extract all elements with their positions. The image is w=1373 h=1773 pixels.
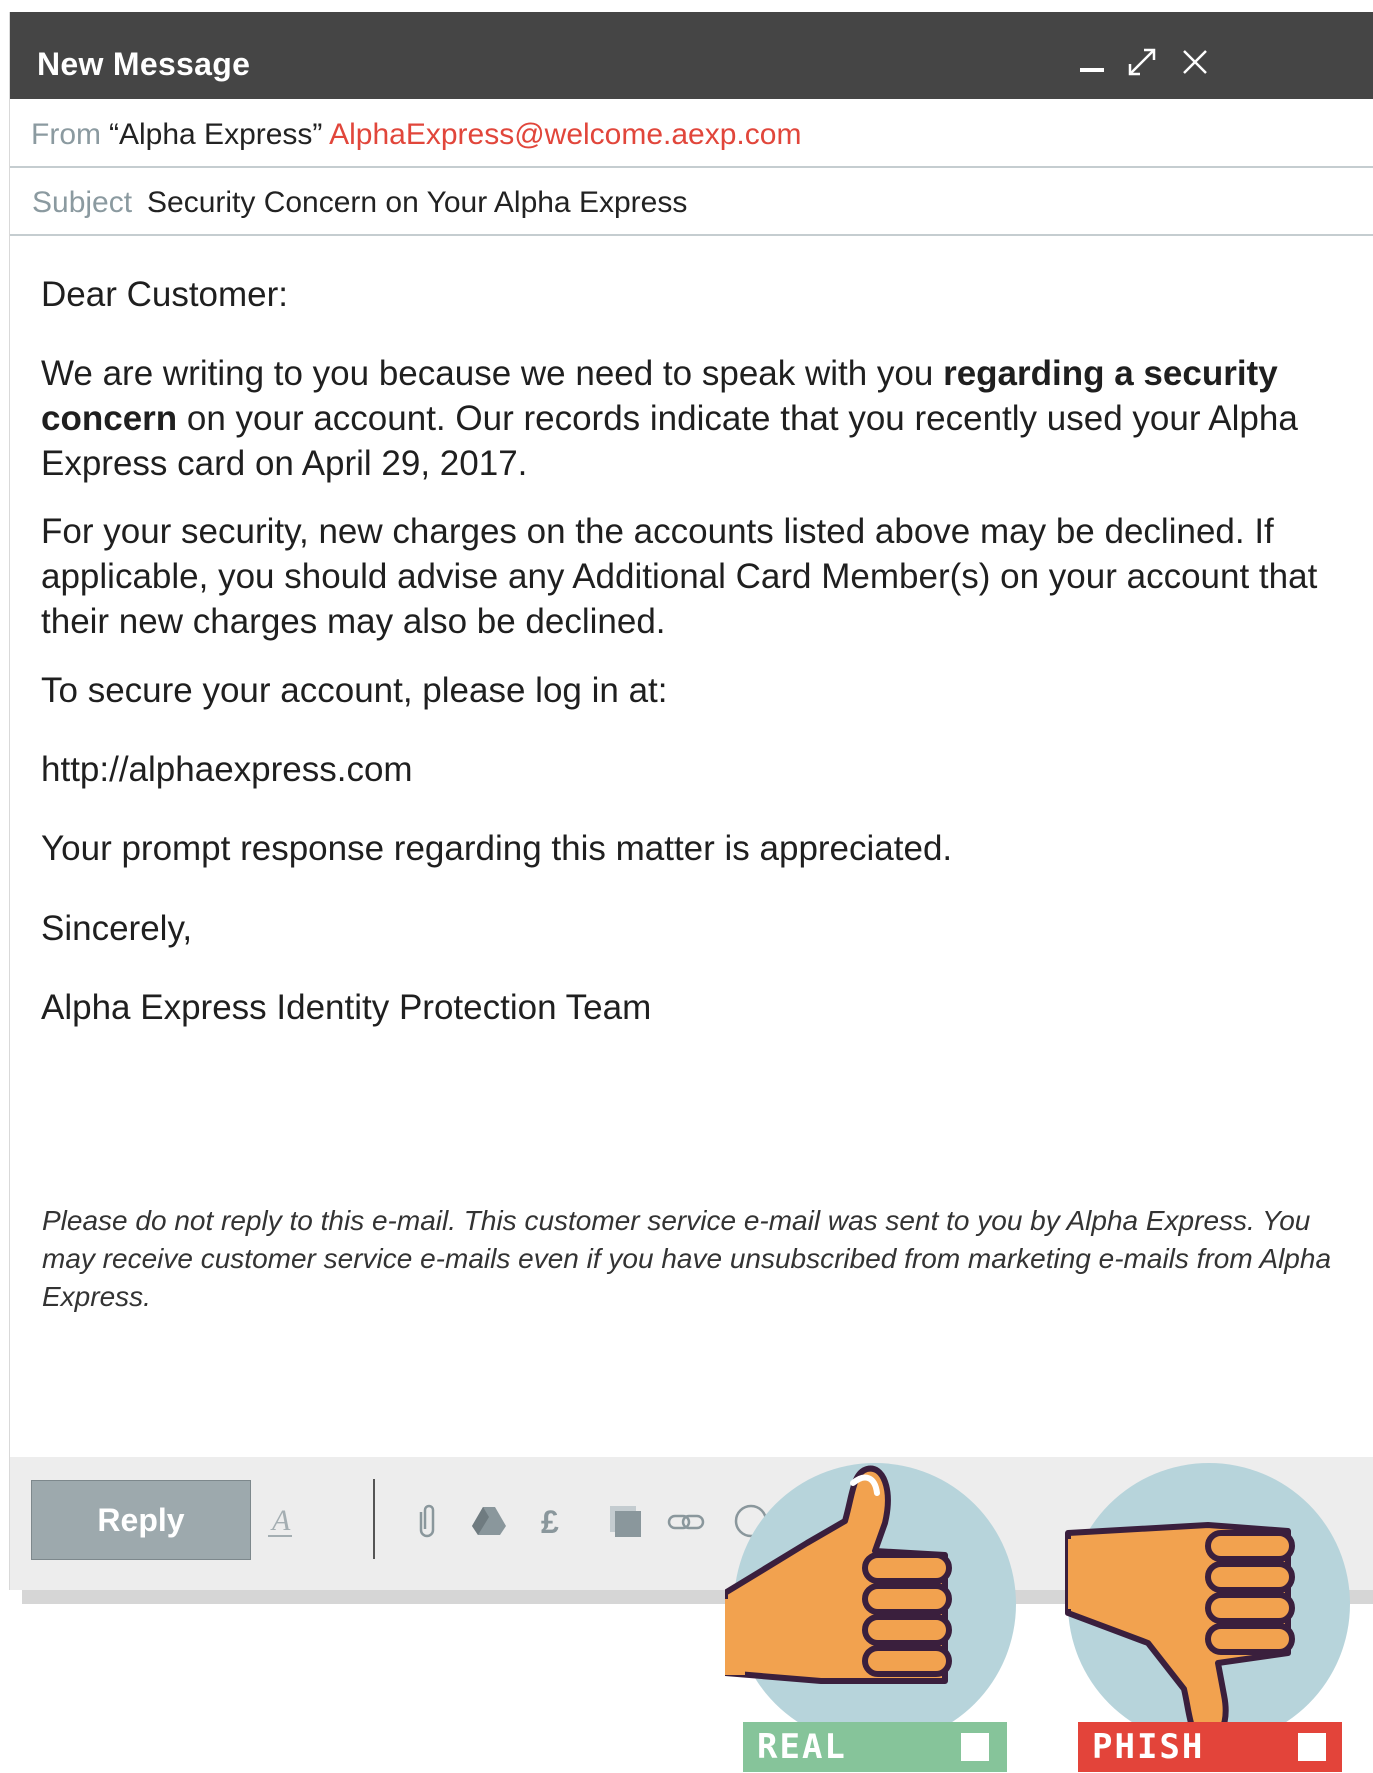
phish-label: PHISH: [1092, 1727, 1205, 1767]
format-text-icon[interactable]: A: [262, 1502, 300, 1540]
real-checkbox[interactable]: [961, 1733, 989, 1761]
title-bar: New Message: [10, 12, 1373, 99]
login-link[interactable]: http://alphaexpress.com: [41, 747, 1341, 792]
from-label: From: [31, 118, 101, 151]
signature: Alpha Express Identity Protection Team: [41, 988, 652, 1027]
greeting: Dear Customer:: [41, 275, 289, 314]
minimize-icon[interactable]: [1074, 44, 1110, 80]
paragraph-3: To secure your account, please log in at…: [41, 671, 668, 710]
real-badge[interactable]: REAL: [725, 1463, 1025, 1773]
expand-icon[interactable]: [1124, 44, 1160, 80]
footer-note: Please do not reply to this e-mail. This…: [42, 1205, 1332, 1312]
paragraph-4: Your prompt response regarding this matt…: [41, 829, 953, 868]
real-label: REAL: [757, 1727, 847, 1767]
sender-name: “Alpha Express”: [109, 118, 323, 151]
paragraph-1: We are writing to you because we need to…: [41, 351, 1341, 486]
compose-window: New Message From “Alpha Express” AlphaEx…: [9, 12, 1373, 1590]
phish-badge[interactable]: PHISH: [1058, 1463, 1373, 1773]
paragraph-1-start: We are writing to you because we need to…: [41, 354, 944, 393]
from-row: From “Alpha Express” AlphaExpress@welcom…: [10, 99, 1373, 168]
subject-row: Subject Security Concern on Your Alpha E…: [10, 167, 1373, 236]
paragraph-1-end: on your account. Our records indicate th…: [41, 399, 1298, 483]
window-title: New Message: [37, 46, 251, 82]
close-icon[interactable]: [1177, 44, 1213, 80]
from-name: “Alpha Express” AlphaExpress@welcome.aex…: [109, 118, 801, 152]
svg-text:£: £: [541, 1504, 559, 1540]
real-label-bar[interactable]: REAL: [743, 1722, 1007, 1772]
paragraph-2: For your security, new charges on the ac…: [41, 512, 1318, 641]
thumbs-up-icon: [725, 1465, 952, 1684]
drive-icon[interactable]: [470, 1502, 508, 1540]
subject-label: Subject: [32, 186, 133, 219]
photo-icon[interactable]: [606, 1502, 644, 1540]
toolbar-divider: [373, 1479, 375, 1559]
attachment-icon[interactable]: [408, 1502, 446, 1540]
sender-email[interactable]: AlphaExpress@welcome.aexp.com: [329, 118, 801, 151]
thumbs-down-icon: [1065, 1522, 1295, 1745]
phish-checkbox[interactable]: [1298, 1733, 1326, 1761]
pound-icon[interactable]: £: [535, 1502, 573, 1540]
reply-button[interactable]: Reply: [31, 1480, 251, 1560]
svg-text:A: A: [270, 1504, 291, 1537]
subject-value: Security Concern on Your Alpha Express: [147, 186, 688, 219]
phish-label-bar[interactable]: PHISH: [1078, 1722, 1342, 1772]
closing: Sincerely,: [41, 909, 193, 948]
link-icon[interactable]: [667, 1502, 705, 1540]
